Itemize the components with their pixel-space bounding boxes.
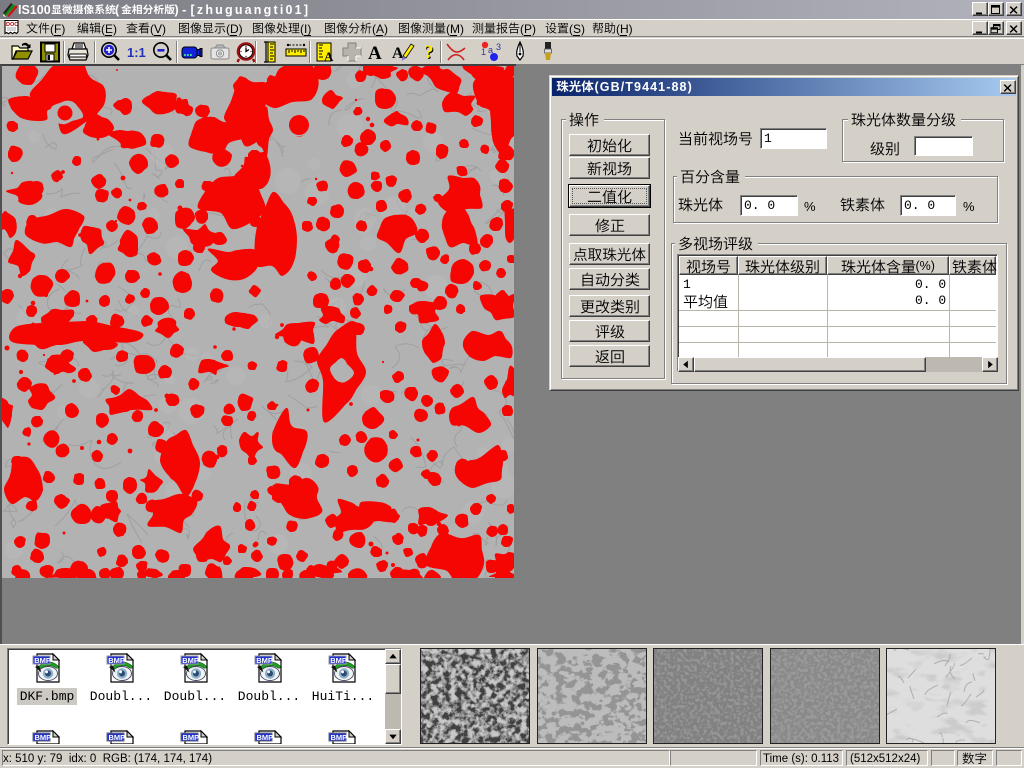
svg-text:a: a: [488, 45, 493, 55]
svg-text:BMP: BMP: [183, 733, 200, 742]
svg-text:BMP: BMP: [182, 656, 199, 665]
svg-text:A: A: [324, 49, 334, 64]
svg-text:1: 1: [481, 47, 486, 57]
svg-text:A: A: [368, 43, 382, 64]
svg-text:BMP: BMP: [108, 656, 125, 665]
svg-text:3: 3: [496, 42, 501, 52]
svg-text:?: ?: [424, 42, 434, 63]
svg-text:BMP: BMP: [34, 656, 51, 665]
svg-text:1:1: 1:1: [127, 45, 146, 60]
svg-text:BMP: BMP: [330, 656, 347, 665]
svg-text:BMP: BMP: [331, 733, 348, 742]
svg-text:BMP: BMP: [256, 656, 273, 665]
svg-text:BMP: BMP: [109, 733, 126, 742]
svg-text:BMP: BMP: [35, 733, 52, 742]
svg-text:BMP: BMP: [257, 733, 274, 742]
svg-text:DOC: DOC: [6, 22, 18, 28]
